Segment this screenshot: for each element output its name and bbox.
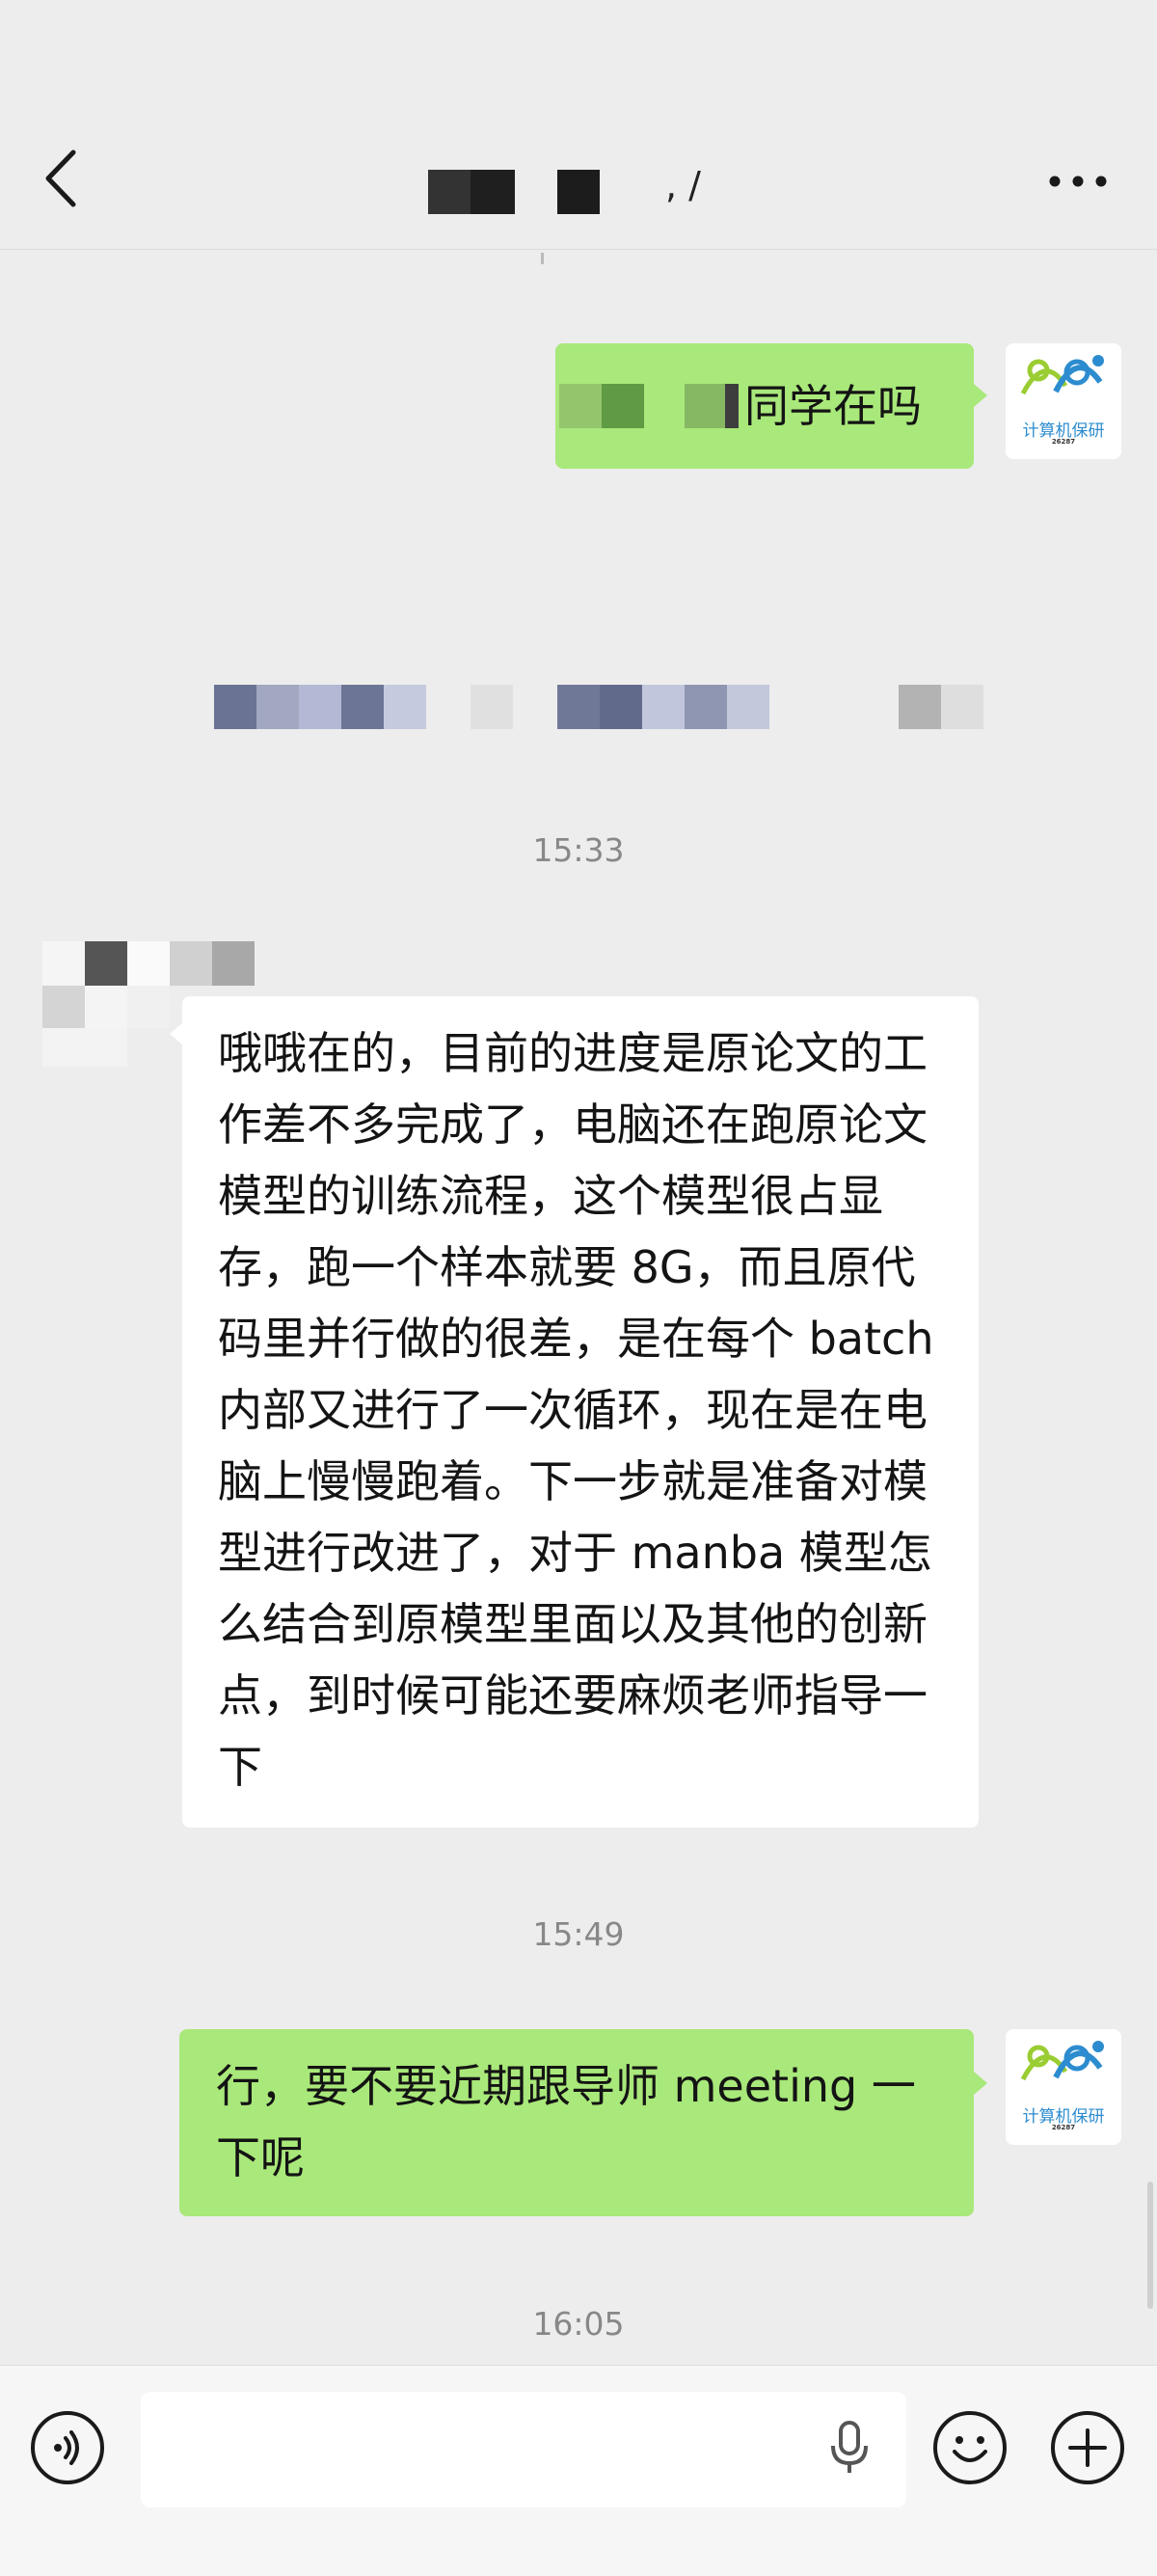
voice-icon[interactable] [31,2411,104,2484]
timestamp: 16:05 [532,2305,625,2343]
bubble-tail [170,1022,183,1045]
avatar-logo-icon [1020,355,1104,395]
message-bubble-sent[interactable]: 同学在吗 [555,343,974,469]
message-text: 哦哦在的，目前的进度是原论文的工作差不多完成了，电脑还在跑原论文模型的训练流程，… [218,1027,934,1793]
title-redacted-2 [557,170,600,214]
timestamp: 15:49 [532,1915,625,1953]
divider-mark [541,253,544,264]
avatar-sub: 26287 [1051,438,1076,446]
avatar-logo-icon [1020,2041,1104,2081]
message-bubble-received[interactable]: 哦哦在的，目前的进度是原论文的工作差不多完成了，电脑还在跑原论文模型的训练流程，… [182,996,979,1828]
scrollbar[interactable] [1147,2182,1153,2309]
more-icon[interactable] [1041,154,1118,212]
bubble-tail [974,2072,987,2095]
blurred-content [214,685,985,729]
bubble-tail [974,384,987,407]
message-text: 行，要不要近期跟导师 meeting 一下呢 [216,2060,916,2183]
message-input[interactable] [141,2392,906,2508]
plus-icon[interactable] [1051,2411,1124,2484]
redacted-name [559,384,602,428]
avatar[interactable]: 计算机保研 26287 [1006,2029,1121,2145]
avatar-sub: 26287 [1051,2124,1076,2131]
timestamp: 15:33 [532,831,625,869]
page-title: , / [665,164,701,206]
message-text: 同学在吗 [744,380,922,432]
title-redacted [428,170,515,214]
emoji-icon[interactable] [933,2411,1007,2484]
message-bubble-sent[interactable]: 行，要不要近期跟导师 meeting 一下呢 [179,2029,974,2216]
avatar[interactable]: 计算机保研 26287 [1006,343,1121,459]
mic-icon[interactable] [825,2419,874,2477]
back-arrow-icon[interactable] [39,145,87,212]
